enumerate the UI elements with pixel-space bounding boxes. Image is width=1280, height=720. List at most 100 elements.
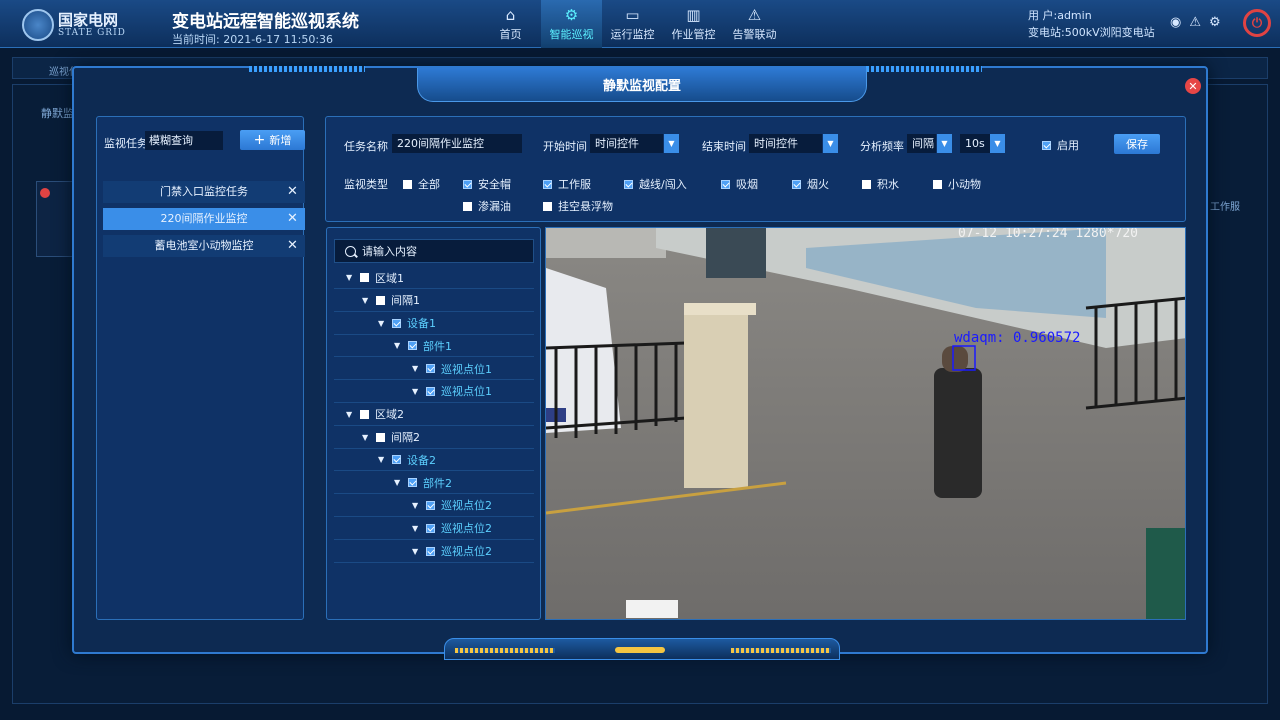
settings-icon[interactable]: ⚙ xyxy=(1209,15,1221,30)
config-row: 任务名称 220间隔作业监控 开始时间 时间控件 ▼ 结束时间 时间控件 ▼ 分… xyxy=(344,134,1184,156)
checkbox-icon[interactable] xyxy=(408,478,417,488)
checkbox-icon[interactable] xyxy=(360,273,369,282)
gate-pillar xyxy=(684,308,748,488)
type-checkbox-all[interactable]: 全部 xyxy=(403,176,440,192)
device-tree-panel: 请输入内容 ▼ 区域1 ▼ 间隔1 ▼ 设备1 ▼ 部件1 ▼ 巡视点位1 ▼ 巡视点位1 … xyxy=(326,227,541,620)
tree-node[interactable]: ▼ 巡视点位2 xyxy=(334,541,534,563)
freq-unit-select[interactable]: 间隔 xyxy=(907,134,936,153)
caret-down-icon[interactable]: ▼ xyxy=(412,387,420,396)
tree-node[interactable]: ▼ 巡视点位1 xyxy=(334,358,534,381)
type-checkbox-animal[interactable]: 小动物 xyxy=(933,176,981,192)
save-button[interactable]: 保存 xyxy=(1114,134,1160,154)
chevron-down-icon[interactable]: ▼ xyxy=(823,134,838,153)
type-checkbox-floating-object[interactable]: 挂空悬浮物 xyxy=(543,198,613,214)
monitor-type-label: 监视类型 xyxy=(344,178,388,191)
chevron-down-icon[interactable]: ▼ xyxy=(937,134,952,153)
tree-node[interactable]: ▼ 间隔1 xyxy=(334,290,534,312)
checkbox-icon[interactable] xyxy=(376,295,385,305)
delete-icon[interactable]: ✕ xyxy=(287,208,298,230)
checkbox-icon[interactable] xyxy=(360,409,369,419)
tree-node[interactable]: ▼ 部件1 xyxy=(334,335,534,358)
type-checkbox-smoking[interactable]: 吸烟 xyxy=(721,176,758,192)
freq-value-select[interactable]: 10s xyxy=(960,134,990,153)
top-bar: 国家电网 STATE GRID 变电站远程智能巡视系统 当前时间: 2021-6… xyxy=(0,0,1280,48)
task-name-input[interactable]: 220间隔作业监控 xyxy=(392,134,522,153)
task-item[interactable]: 220间隔作业监控 ✕ xyxy=(103,208,305,230)
silent-monitor-config-dialog: 静默监视配置 ✕ 监视任务 模糊查询 + 新增 门禁入口监控任务 ✕ 220间隔… xyxy=(72,66,1208,660)
caret-down-icon[interactable]: ▼ xyxy=(362,433,370,442)
checkbox-icon[interactable] xyxy=(426,364,435,374)
alert-icon[interactable]: ⚠ xyxy=(1189,15,1201,30)
task-label: 监视任务 xyxy=(104,137,148,150)
task-list: 门禁入口监控任务 ✕ 220间隔作业监控 ✕ 蓄电池室小动物监控 ✕ xyxy=(103,181,305,262)
checkbox-icon[interactable] xyxy=(408,341,417,351)
caret-down-icon[interactable]: ▼ xyxy=(346,410,354,419)
caret-down-icon[interactable]: ▼ xyxy=(412,501,420,510)
camera-video-feed[interactable]: 07-12 10:27:24 1280*720 wdaqm: 0.960572 xyxy=(545,227,1186,620)
tree-node[interactable]: ▼ 区域2 xyxy=(334,404,534,426)
checkbox-icon xyxy=(463,179,472,189)
task-item[interactable]: 蓄电池室小动物监控 ✕ xyxy=(103,235,305,257)
tree-node[interactable]: ▼ 设备2 xyxy=(334,449,534,472)
task-search-input[interactable]: 模糊查询 xyxy=(145,131,223,150)
type-checkbox-oil-leak[interactable]: 渗漏油 xyxy=(463,198,511,214)
close-icon[interactable]: ✕ xyxy=(1185,78,1201,94)
power-icon[interactable]: ⏻ xyxy=(1243,9,1271,37)
tree-node[interactable]: ▼ 巡视点位2 xyxy=(334,495,534,517)
nav-run-monitor[interactable]: ▭ 运行监控 xyxy=(602,0,663,48)
caret-down-icon[interactable]: ▼ xyxy=(412,524,420,533)
type-checkbox-water[interactable]: 积水 xyxy=(862,176,899,192)
plus-icon: + xyxy=(253,132,266,148)
caret-down-icon[interactable]: ▼ xyxy=(394,478,402,487)
tree-node[interactable]: ▼ 巡视点位2 xyxy=(334,518,534,540)
nav-work-control[interactable]: ▥ 作业管控 xyxy=(663,0,724,48)
checkbox-icon[interactable] xyxy=(376,432,385,442)
checkbox-icon[interactable] xyxy=(426,523,435,533)
green-bin xyxy=(1146,528,1185,619)
end-time-input[interactable]: 时间控件 xyxy=(749,134,822,153)
person-figure xyxy=(934,368,982,498)
task-name-label: 任务名称 xyxy=(344,140,388,153)
delete-icon[interactable]: ✕ xyxy=(287,181,298,203)
task-item[interactable]: 门禁入口监控任务 ✕ xyxy=(103,181,305,203)
chevron-down-icon[interactable]: ▼ xyxy=(664,134,679,153)
caret-down-icon[interactable]: ▼ xyxy=(412,547,420,556)
tree-node[interactable]: ▼ 巡视点位1 xyxy=(334,381,534,403)
nav-smart-patrol[interactable]: ⚙ 智能巡视 xyxy=(541,0,602,48)
checkbox-icon[interactable] xyxy=(426,546,435,556)
nav-alarm-link[interactable]: ⚠ 告警联动 xyxy=(724,0,785,48)
checkbox-icon[interactable] xyxy=(392,455,401,465)
video-timestamp: 07-12 10:27:24 1280*720 xyxy=(958,227,1139,241)
tree-node[interactable]: ▼ 间隔2 xyxy=(334,427,534,449)
chevron-down-icon[interactable]: ▼ xyxy=(990,134,1005,153)
caret-down-icon[interactable]: ▼ xyxy=(362,296,370,305)
tree-node[interactable]: ▼ 部件2 xyxy=(334,472,534,495)
checkbox-icon[interactable] xyxy=(426,386,435,396)
device-tree: ▼ 区域1 ▼ 间隔1 ▼ 设备1 ▼ 部件1 ▼ 巡视点位1 ▼ 巡视点位1 ▼ 区域2 ▼… xyxy=(334,267,534,563)
current-time: 当前时间: 2021-6-17 11:50:36 xyxy=(172,33,334,46)
caret-down-icon[interactable]: ▼ xyxy=(346,273,354,282)
caret-down-icon[interactable]: ▼ xyxy=(378,455,386,464)
task-panel: 监视任务 模糊查询 + 新增 门禁入口监控任务 ✕ 220间隔作业监控 ✕ 蓄电… xyxy=(96,116,305,620)
people-background xyxy=(706,228,766,278)
type-checkbox-helmet[interactable]: 安全帽 xyxy=(463,176,511,192)
checkbox-icon[interactable] xyxy=(392,318,401,328)
type-checkbox-intrusion[interactable]: 越线/闯入 xyxy=(624,176,687,192)
type-checkbox-fire[interactable]: 烟火 xyxy=(792,176,829,192)
delete-icon[interactable]: ✕ xyxy=(287,235,298,257)
type-checkbox-workwear[interactable]: 工作服 xyxy=(543,176,591,192)
checkbox-icon[interactable] xyxy=(426,500,435,510)
gear-icon: ⚙ xyxy=(564,6,579,24)
enable-checkbox[interactable]: 启用 xyxy=(1042,137,1079,153)
camera-icon[interactable]: ◉ xyxy=(1170,15,1181,30)
home-icon: ⌂ xyxy=(505,6,516,24)
start-time-input[interactable]: 时间控件 xyxy=(590,134,663,153)
tree-node[interactable]: ▼ 区域1 xyxy=(334,267,534,289)
tree-node[interactable]: ▼ 设备1 xyxy=(334,313,534,335)
add-task-button[interactable]: + 新增 xyxy=(240,130,305,150)
tree-search-input[interactable]: 请输入内容 xyxy=(334,239,534,263)
caret-down-icon[interactable]: ▼ xyxy=(378,319,386,328)
nav-home[interactable]: ⌂ 首页 xyxy=(480,0,541,48)
caret-down-icon[interactable]: ▼ xyxy=(394,341,402,350)
caret-down-icon[interactable]: ▼ xyxy=(412,364,420,373)
